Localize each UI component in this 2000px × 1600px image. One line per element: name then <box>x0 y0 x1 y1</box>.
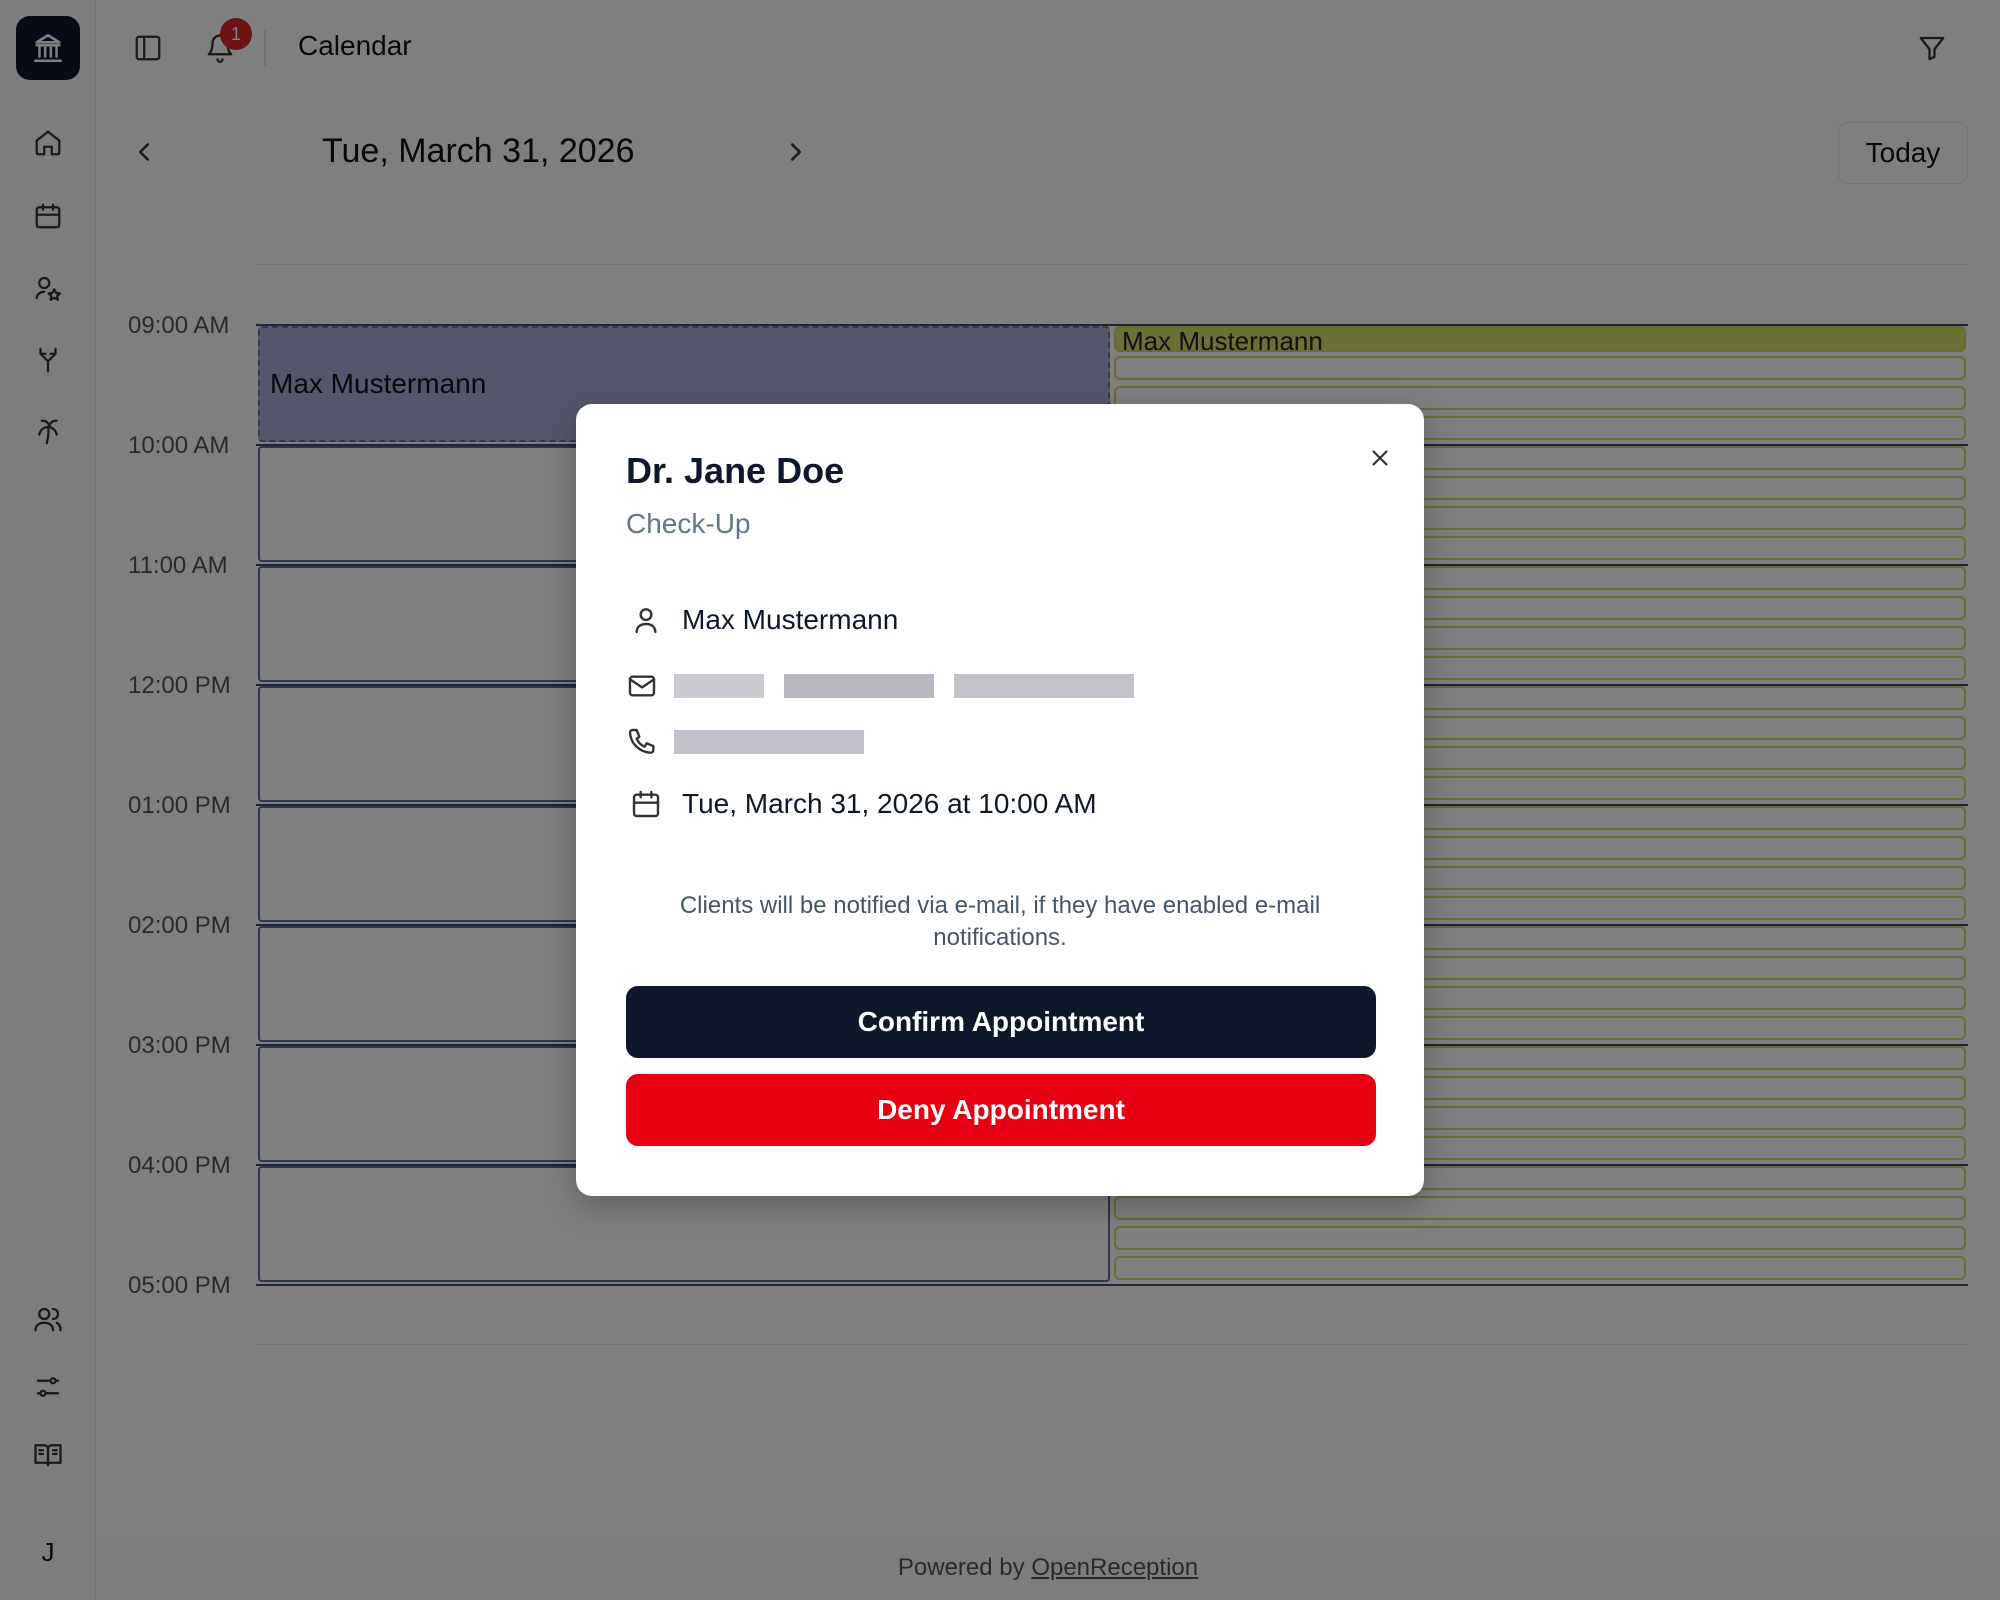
provider-name: Dr. Jane Doe <box>626 450 845 491</box>
calendar-icon <box>630 784 662 824</box>
appointment-type: Check-Up <box>626 508 751 539</box>
redacted-phone <box>674 730 864 754</box>
mail-icon <box>626 666 658 706</box>
confirm-appointment-button[interactable]: Confirm Appointment <box>626 986 1376 1058</box>
close-icon[interactable] <box>1362 440 1398 476</box>
appointment-datetime: Tue, March 31, 2026 at 10:00 AM <box>682 788 1097 819</box>
redacted-email <box>674 674 1134 698</box>
client-name: Max Mustermann <box>682 604 899 635</box>
notification-note: Clients will be notified via e-mail, if … <box>679 892 1321 951</box>
appointment-modal: Dr. Jane Doe Check-Up Max Mustermann Tue… <box>576 404 1424 1196</box>
user-icon <box>630 600 662 640</box>
phone-icon <box>626 722 658 762</box>
deny-appointment-button[interactable]: Deny Appointment <box>626 1074 1376 1146</box>
